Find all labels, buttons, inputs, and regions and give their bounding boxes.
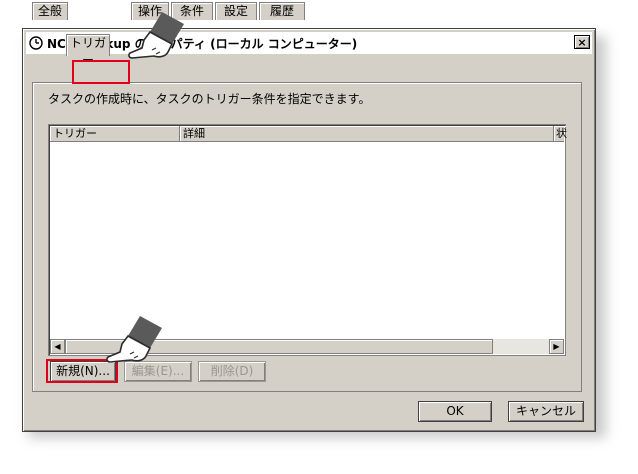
delete-trigger-button[interactable]: 削除(D)	[198, 361, 266, 382]
title-bar: NCB_Backup のプロパティ (ローカル コンピューター) ×	[26, 32, 592, 54]
scroll-right-icon[interactable]: ▶	[549, 339, 564, 354]
column-details[interactable]: 詳細	[180, 126, 554, 141]
tab-history[interactable]: 履歴	[259, 2, 305, 20]
pointing-hand-icon	[106, 316, 162, 363]
column-status[interactable]: 状	[554, 126, 567, 141]
clock-icon	[29, 36, 43, 50]
pointing-hand-icon	[128, 12, 184, 59]
tab-general[interactable]: 全般	[32, 2, 68, 20]
close-button[interactable]: ×	[574, 35, 590, 49]
trigger-description: タスクの作成時に、タスクのトリガー条件を指定できます。	[48, 92, 371, 106]
list-header: トリガー 詳細 状	[50, 126, 567, 142]
column-trigger[interactable]: トリガー	[50, 126, 180, 141]
scroll-left-icon[interactable]: ◀	[50, 339, 65, 354]
tab-highlight-frame	[72, 60, 130, 84]
tab-settings[interactable]: 設定	[215, 2, 257, 20]
cancel-button[interactable]: キャンセル	[508, 401, 584, 422]
tab-triggers[interactable]: トリガー	[66, 34, 110, 67]
ok-button[interactable]: OK	[418, 401, 492, 422]
